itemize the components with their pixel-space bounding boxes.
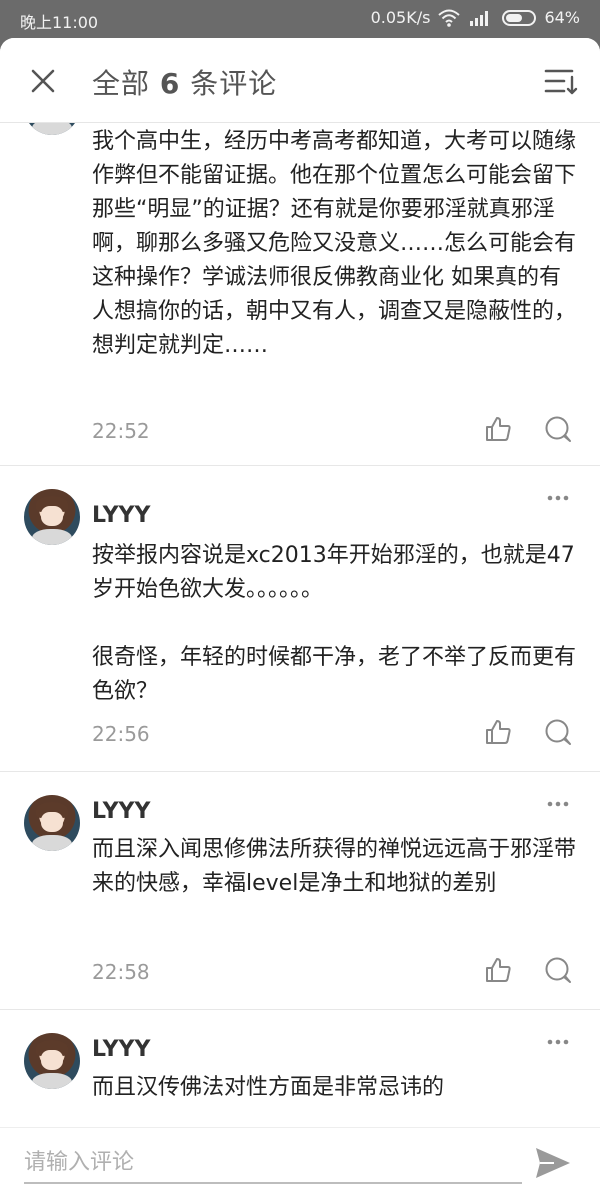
send-icon[interactable] <box>534 1146 572 1180</box>
reply-bubble-icon[interactable] <box>544 718 572 746</box>
more-options-icon[interactable] <box>546 1037 570 1047</box>
thumbs-up-icon[interactable] <box>484 415 512 443</box>
wifi-icon <box>438 9 461 27</box>
comment-text: 而且深入闻思修佛法所获得的禅悦远远高于邪淫带来的快感，幸福level是净土和地狱… <box>92 837 577 896</box>
comment-text: 按举报内容说是xc2013年开始邪淫的，也就是47岁开始色欲大发。。。。。。 很… <box>92 543 577 704</box>
status-time: 晚上11:00 <box>20 13 99 32</box>
avatar[interactable] <box>24 795 80 851</box>
avatar[interactable] <box>24 1033 80 1089</box>
signal-icon <box>470 10 489 26</box>
comment-username[interactable]: LYYY <box>92 1037 150 1062</box>
status-icons: 0.05K/s 64% <box>371 8 580 27</box>
thumbs-up-icon[interactable] <box>484 718 512 746</box>
sort-icon[interactable] <box>544 66 578 96</box>
comment-input[interactable] <box>24 1142 522 1184</box>
comment-item: 我个高中生，经历中考高考都知道，大考可以随缘作弊但不能留证据。他在那个位置怎么可… <box>0 123 600 466</box>
comment-composer <box>0 1127 600 1200</box>
avatar[interactable] <box>24 123 80 135</box>
comment-count: 6 <box>159 67 181 100</box>
comment-item: LYYY 按举报内容说是xc2013年开始邪淫的，也就是47岁开始色欲大发。。。… <box>0 465 600 772</box>
comment-username[interactable]: LYYY <box>92 799 150 824</box>
more-options-icon[interactable] <box>546 493 570 503</box>
more-options-icon[interactable] <box>546 799 570 809</box>
reply-bubble-icon[interactable] <box>544 956 572 984</box>
comment-item: LYYY 而且汉传佛法对性方面是非常忌讳的 <box>0 1009 600 1128</box>
title-suffix: 条评论 <box>180 67 278 100</box>
comment-text: 而且汉传佛法对性方面是非常忌讳的 <box>92 1075 445 1100</box>
comments-header: 全部 6 条评论 <box>0 38 600 123</box>
battery-icon <box>502 9 537 26</box>
title-prefix: 全部 <box>92 67 160 100</box>
battery-level: 64% <box>544 8 580 27</box>
close-icon[interactable] <box>28 66 58 96</box>
page-title: 全部 6 条评论 <box>92 62 277 102</box>
comment-time: 22:58 <box>92 960 150 984</box>
avatar[interactable] <box>24 489 80 545</box>
network-speed: 0.05K/s <box>370 8 431 27</box>
reply-bubble-icon[interactable] <box>544 415 572 443</box>
comment-text: 我个高中生，经历中考高考都知道，大考可以随缘作弊但不能留证据。他在那个位置怎么可… <box>92 129 577 358</box>
thumbs-up-icon[interactable] <box>484 956 512 984</box>
comment-username[interactable]: LYYY <box>92 503 150 528</box>
comment-list[interactable]: 我个高中生，经历中考高考都知道，大考可以随缘作弊但不能留证据。他在那个位置怎么可… <box>0 123 600 1128</box>
comment-time: 22:56 <box>92 722 150 746</box>
comments-sheet: 全部 6 条评论 我个高中生，经历中考高考都知道，大考可以随缘作弊但不能留证据。… <box>0 38 600 1200</box>
comment-item: LYYY 而且深入闻思修佛法所获得的禅悦远远高于邪淫带来的快感，幸福level是… <box>0 771 600 1010</box>
status-bar: 晚上11:00 0.05K/s 64% <box>0 0 600 36</box>
comment-time: 22:52 <box>92 419 150 443</box>
